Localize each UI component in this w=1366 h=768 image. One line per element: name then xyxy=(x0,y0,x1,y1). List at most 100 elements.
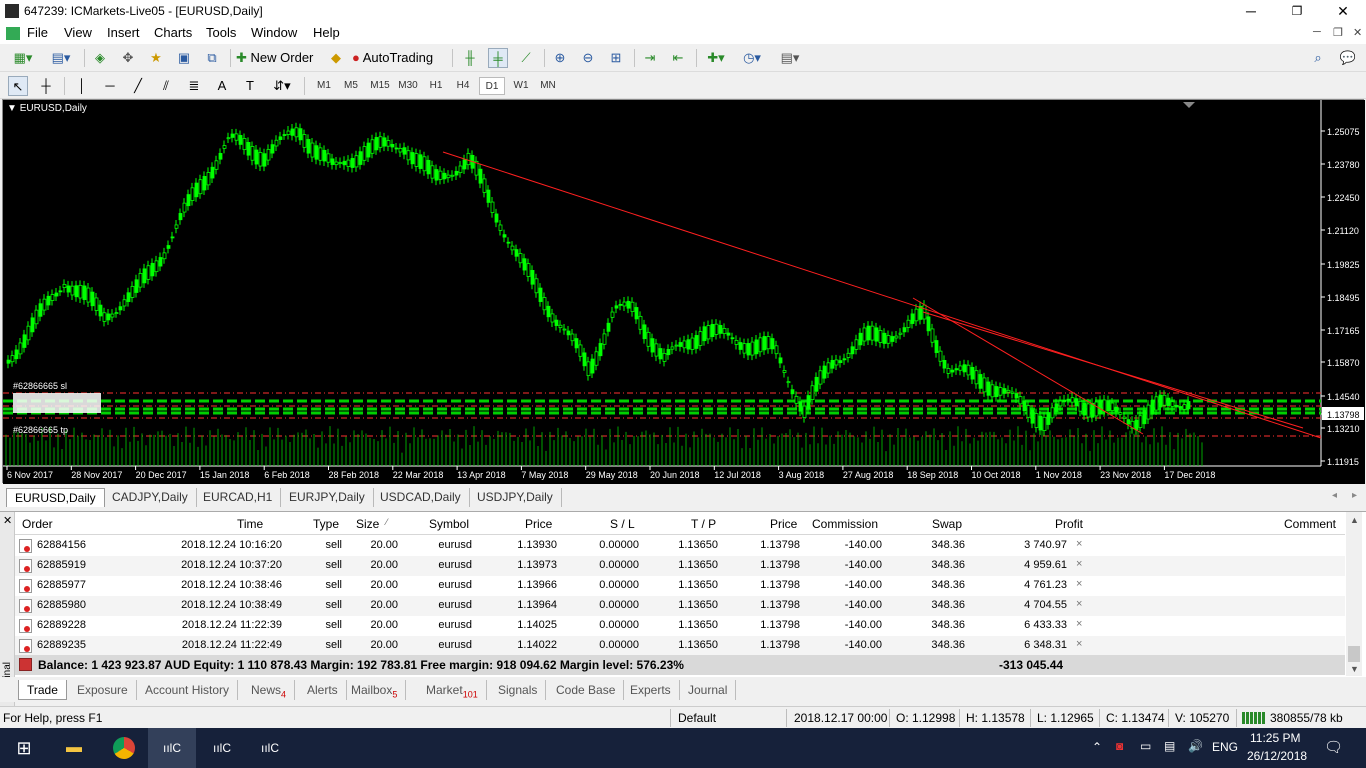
mdi-close-button[interactable]: ✕ xyxy=(1353,26,1362,39)
terminal-tab-alerts[interactable]: Alerts xyxy=(299,680,347,700)
chart-tab-eurjpy[interactable]: EURJPY,Daily xyxy=(281,488,374,507)
new-order-button[interactable]: ✚ New Order xyxy=(236,48,320,68)
antivirus-icon[interactable]: ◙ xyxy=(1116,739,1123,753)
col-comment[interactable]: Comment xyxy=(1284,517,1336,531)
menu-charts[interactable]: Charts xyxy=(154,25,192,40)
mdi-restore-button[interactable]: ❐ xyxy=(1333,26,1343,39)
show-hidden-icons-icon[interactable]: ⌃ xyxy=(1092,740,1102,754)
mt4-taskbar-icon-2[interactable]: ıılC xyxy=(198,728,246,768)
menu-help[interactable]: Help xyxy=(313,25,340,40)
network-icon[interactable]: ▤ xyxy=(1164,739,1175,753)
strategy-tester-icon[interactable]: ⧉ xyxy=(202,48,222,68)
close-button[interactable]: ✕ xyxy=(1320,0,1366,22)
trade-row[interactable]: 62885977 2018.12.24 10:38:46 sell 20.00 euru… xyxy=(15,576,1345,596)
menu-file[interactable]: File xyxy=(27,25,48,40)
timeframe-m5[interactable]: M5 xyxy=(339,77,363,95)
maximize-button[interactable]: ❐ xyxy=(1274,0,1320,22)
mdi-minimize-button[interactable]: ─ xyxy=(1313,26,1321,38)
close-order-icon[interactable]: × xyxy=(1076,558,1082,570)
terminal-tab-experts[interactable]: Experts xyxy=(622,680,680,700)
mt4-taskbar-icon-3[interactable]: ıılC xyxy=(246,728,294,768)
profiles-icon[interactable]: ▤▾ xyxy=(46,48,76,68)
battery-icon[interactable]: ▭ xyxy=(1140,739,1151,753)
terminal-tab-trade[interactable]: Trade xyxy=(18,680,67,700)
zoom-in-icon[interactable]: ⊕ xyxy=(550,48,570,68)
chart-tab-eurusd[interactable]: EURUSD,Daily xyxy=(6,488,105,507)
new-chart-icon[interactable]: ▦▾ xyxy=(8,48,38,68)
timeframe-m1[interactable]: M1 xyxy=(312,77,336,95)
chart-shift-icon[interactable]: ⇤ xyxy=(668,48,688,68)
terminal-tab-journal[interactable]: Journal xyxy=(680,680,737,700)
chat-icon[interactable]: 💬 xyxy=(1336,48,1360,68)
metaeditor-icon[interactable]: ◆ xyxy=(326,48,346,68)
text-label-icon[interactable]: T xyxy=(240,76,260,96)
close-order-icon[interactable]: × xyxy=(1076,578,1082,590)
zoom-out-icon[interactable]: ⊖ xyxy=(578,48,598,68)
trade-row[interactable]: 62889235 2018.12.24 11:22:49 sell 20.00 euru… xyxy=(15,636,1345,656)
trade-row[interactable]: 62884156 2018.12.24 10:16:20 sell 20.00 euru… xyxy=(15,536,1345,556)
crosshair-icon[interactable]: ┼ xyxy=(36,76,56,96)
arrows-icon[interactable]: ⇵▾ xyxy=(268,76,296,96)
terminal-tab-code-base[interactable]: Code Base xyxy=(548,680,625,700)
trade-row[interactable]: 62885919 2018.12.24 10:37:20 sell 20.00 euru… xyxy=(15,556,1345,576)
clock-date[interactable]: 26/12/2018 xyxy=(1247,749,1307,763)
auto-scroll-icon[interactable]: ⇥ xyxy=(640,48,660,68)
chart-tab-cadjpy[interactable]: CADJPY,Daily xyxy=(104,488,197,507)
timeframe-h4[interactable]: H4 xyxy=(451,77,475,95)
tab-scroll-left-icon[interactable]: ◂ xyxy=(1332,490,1337,501)
terminal-tab-mailbox[interactable]: Mailbox5 xyxy=(343,680,407,700)
scroll-down-icon[interactable]: ▼ xyxy=(1350,664,1359,674)
timeframe-m15[interactable]: M15 xyxy=(367,77,393,95)
trade-row[interactable]: 62889228 2018.12.24 11:22:39 sell 20.00 euru… xyxy=(15,616,1345,636)
terminal-tab-signals[interactable]: Signals xyxy=(490,680,547,700)
chart-tab-usdjpy[interactable]: USDJPY,Daily xyxy=(469,488,562,507)
autotrading-button[interactable]: ● AutoTrading xyxy=(352,48,444,68)
terminal-icon[interactable]: ▣ xyxy=(174,48,194,68)
mt4-taskbar-icon-1[interactable]: ıılC xyxy=(148,728,196,768)
tab-scroll-right-icon[interactable]: ▸ xyxy=(1352,490,1357,501)
fibonacci-icon[interactable]: ≣ xyxy=(184,76,204,96)
col-price[interactable]: Price xyxy=(525,517,552,531)
col-profit[interactable]: Profit xyxy=(1055,517,1083,531)
col-swap[interactable]: Swap xyxy=(932,517,962,531)
equidistant-channel-icon[interactable]: ⫽ xyxy=(156,76,176,96)
trendline-icon[interactable]: ╱ xyxy=(128,76,148,96)
minimize-button[interactable]: ─ xyxy=(1228,0,1274,22)
chart-window[interactable]: 1.25075 1.23780 1.22450 1.21120 1.19825 1.184… xyxy=(2,99,1365,484)
close-order-icon[interactable]: × xyxy=(1076,598,1082,610)
tile-windows-icon[interactable]: ⊞ xyxy=(606,48,626,68)
periods-icon[interactable]: ◷▾ xyxy=(738,48,766,68)
file-explorer-icon[interactable]: ▬ xyxy=(50,728,98,768)
menu-tools[interactable]: Tools xyxy=(206,25,236,40)
navigator-icon[interactable]: ✥ xyxy=(118,48,138,68)
market-watch-icon[interactable]: ◈ xyxy=(90,48,110,68)
menu-view[interactable]: View xyxy=(64,25,92,40)
candlestick-icon[interactable]: ╪ xyxy=(488,48,508,68)
scroll-up-icon[interactable]: ▲ xyxy=(1350,515,1359,525)
scroll-thumb[interactable] xyxy=(1348,646,1360,662)
close-order-icon[interactable]: × xyxy=(1076,618,1082,630)
vertical-line-icon[interactable]: │ xyxy=(72,76,92,96)
terminal-tab-news[interactable]: News4 xyxy=(243,680,296,700)
timeframe-mn[interactable]: MN xyxy=(535,77,561,95)
line-chart-icon[interactable]: ⟋ xyxy=(516,48,536,68)
chart-tab-usdcad[interactable]: USDCAD,Daily xyxy=(372,488,470,507)
col-size[interactable]: Size xyxy=(356,517,379,531)
price-chart[interactable]: 1.25075 1.23780 1.22450 1.21120 1.19825 1.184… xyxy=(3,100,1365,484)
close-order-icon[interactable]: × xyxy=(1076,638,1082,650)
col-tp[interactable]: T / P xyxy=(691,517,716,531)
menu-insert[interactable]: Insert xyxy=(107,25,140,40)
col-time[interactable]: Time xyxy=(237,517,263,531)
language-indicator[interactable]: ENG xyxy=(1212,740,1238,754)
trade-row[interactable]: 62885980 2018.12.24 10:38:49 sell 20.00 euru… xyxy=(15,596,1345,616)
horizontal-line-icon[interactable]: ─ xyxy=(100,76,120,96)
terminal-tab-exposure[interactable]: Exposure xyxy=(69,680,137,700)
col-commission[interactable]: Commission xyxy=(812,517,878,531)
start-button-icon[interactable]: ⊞ xyxy=(0,728,48,768)
timeframe-d1[interactable]: D1 xyxy=(479,77,505,95)
notifications-icon[interactable]: 🗨 xyxy=(1324,738,1343,756)
bar-chart-icon[interactable]: ╫ xyxy=(460,48,480,68)
col-symbol[interactable]: Symbol xyxy=(429,517,469,531)
text-icon[interactable]: A xyxy=(212,76,232,96)
clock-time[interactable]: 11:25 PM xyxy=(1250,731,1300,745)
